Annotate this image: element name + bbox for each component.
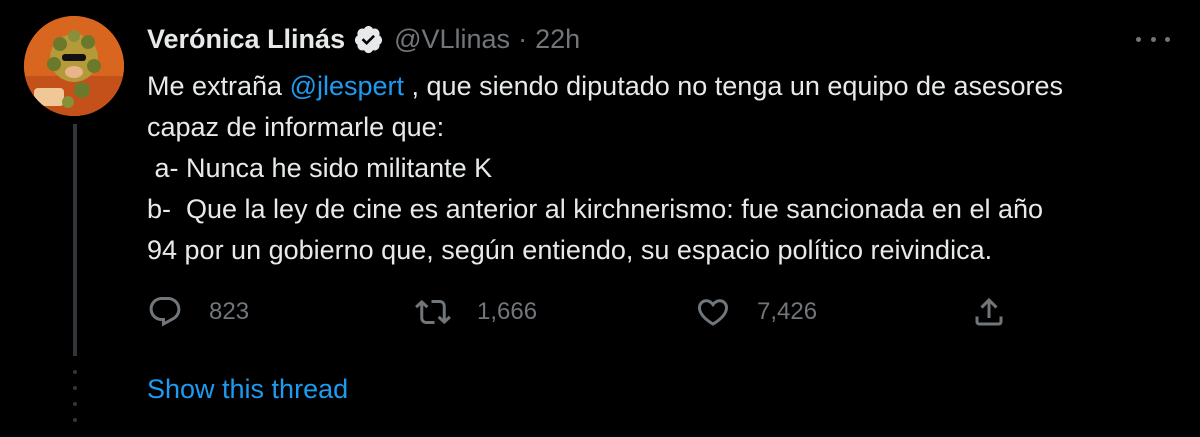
heart-icon — [697, 299, 729, 326]
tweet[interactable]: Verónica Llinás @VLlinas · 22h Me extrañ… — [0, 0, 1200, 437]
reply-button[interactable]: 823 — [147, 292, 249, 332]
avatar[interactable] — [24, 16, 124, 116]
tweet-text-line-5: 94 por un gobierno que, según entiendo, … — [147, 235, 993, 265]
show-thread-link[interactable]: Show this thread — [147, 371, 348, 407]
tweet-text-line-1: Me extraña @jlespert , que siendo diputa… — [147, 66, 1187, 107]
reply-count: 823 — [209, 298, 250, 325]
thread-connector-line — [73, 124, 77, 356]
like-button[interactable]: 7,426 — [695, 292, 817, 332]
tweet-text-line-1-suffix: , que siendo diputado no tenga un equipo… — [404, 71, 1064, 101]
mention-link[interactable]: @jlespert — [290, 71, 404, 101]
like-count: 7,426 — [757, 298, 818, 325]
more-options-icon[interactable] — [1136, 26, 1170, 52]
author-handle[interactable]: @VLlinas — [394, 22, 510, 56]
tweet-timestamp[interactable]: 22h — [535, 22, 580, 56]
thread-dots — [73, 370, 77, 437]
tweet-text-line-2: capaz de informarle que: — [147, 112, 445, 142]
retweet-button[interactable]: 1,666 — [415, 292, 537, 332]
separator-dot: · — [518, 24, 528, 54]
verified-badge-icon — [355, 25, 383, 53]
tweet-text-line-1-prefix: Me extraña — [147, 71, 290, 101]
author-name[interactable]: Verónica Llinás — [147, 22, 345, 56]
tweet-text: Me extraña @jlespert , que siendo diputa… — [147, 66, 1187, 271]
action-bar: 823 1,666 7,426 — [147, 292, 1027, 332]
share-icon — [975, 297, 1003, 326]
tweet-header: Verónica Llinás @VLlinas · 22h — [147, 22, 580, 56]
retweet-icon — [415, 299, 451, 325]
retweet-count: 1,666 — [477, 298, 538, 325]
tweet-text-line-4: b- Que la ley de cine es anterior al kir… — [147, 194, 1044, 224]
tweet-text-line-3: a- Nunca he sido militante K — [147, 153, 493, 183]
share-button[interactable] — [971, 292, 1007, 332]
reply-icon — [149, 297, 181, 327]
